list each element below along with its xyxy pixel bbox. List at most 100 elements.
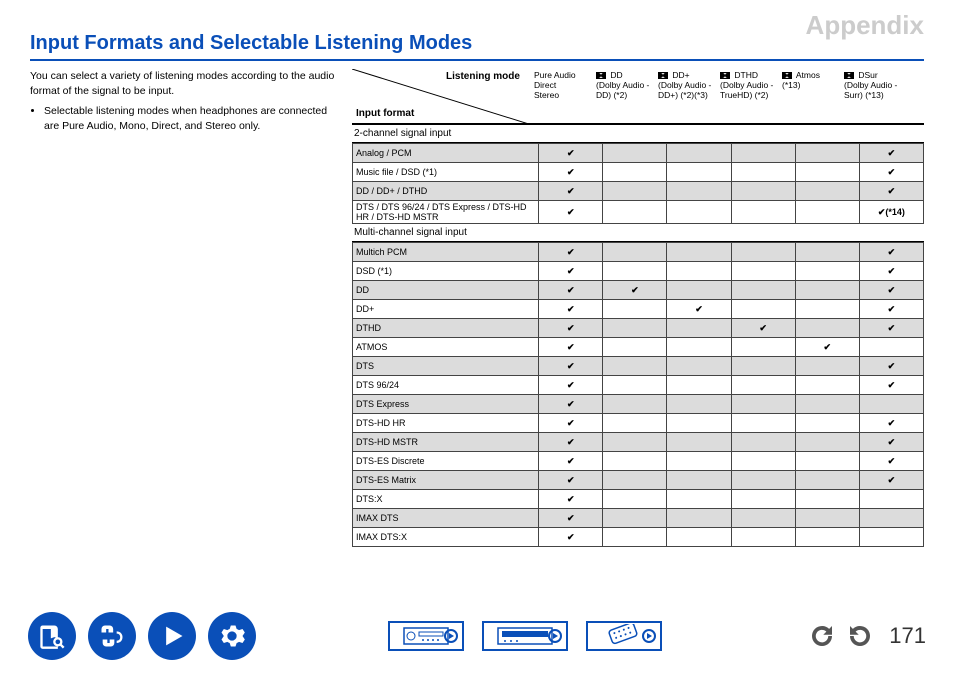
cell [667, 490, 731, 509]
cell [795, 376, 859, 395]
column-header: Atmos(*13) [780, 69, 842, 123]
cell [603, 319, 667, 338]
cell [667, 281, 731, 300]
cell [731, 452, 795, 471]
dolby-icon [596, 72, 606, 79]
row-name: DD [353, 281, 539, 300]
row-name: Music file / DSD (*1) [353, 163, 539, 182]
table-row: DTS / DTS 96/24 / DTS Express / DTS-HD H… [353, 201, 924, 224]
cell: ✔ [539, 163, 603, 182]
dolby-icon [658, 72, 668, 79]
remote-icon[interactable] [586, 621, 662, 651]
table-row: DTS:X✔ [353, 490, 924, 509]
cell [603, 338, 667, 357]
column-header: Pure AudioDirectStereo [532, 69, 594, 123]
cell [795, 357, 859, 376]
cell [795, 452, 859, 471]
cell [795, 201, 859, 224]
cell: ✔ [539, 452, 603, 471]
cell: ✔ [539, 144, 603, 163]
cell [731, 262, 795, 281]
cell: ✔ [539, 433, 603, 452]
cell: ✔ [603, 281, 667, 300]
cell: ✔(*14) [859, 201, 923, 224]
cell [859, 528, 923, 547]
cell [603, 262, 667, 281]
section-header: Multi-channel signal input [352, 224, 924, 242]
row-name: DTS-HD MSTR [353, 433, 539, 452]
cell [731, 395, 795, 414]
cell [603, 528, 667, 547]
cell [603, 376, 667, 395]
receiver-front-icon[interactable] [388, 621, 464, 651]
table-row: DTS-ES Matrix✔✔ [353, 471, 924, 490]
cell [731, 243, 795, 262]
cables-icon[interactable] [88, 612, 136, 660]
cell [859, 490, 923, 509]
cell [731, 281, 795, 300]
row-name: DD / DD+ / DTHD [353, 182, 539, 201]
cell [731, 471, 795, 490]
cell [603, 395, 667, 414]
cell [731, 433, 795, 452]
cell: ✔ [667, 300, 731, 319]
cell [603, 509, 667, 528]
intro-bullet: Selectable listening modes when headphon… [44, 104, 340, 133]
column-header: DSur(Dolby Audio - Surr) (*13) [842, 69, 904, 123]
cell [667, 182, 731, 201]
cell: ✔ [859, 300, 923, 319]
cell [667, 144, 731, 163]
cell [731, 201, 795, 224]
cell [667, 376, 731, 395]
row-name: DTS [353, 357, 539, 376]
table-row: DTS 96/24✔✔ [353, 376, 924, 395]
cell [667, 433, 731, 452]
row-name: IMAX DTS:X [353, 528, 539, 547]
cell: ✔ [539, 201, 603, 224]
back-icon[interactable] [807, 621, 837, 651]
cell: ✔ [731, 319, 795, 338]
cell [731, 490, 795, 509]
cell: ✔ [539, 528, 603, 547]
cell [859, 509, 923, 528]
appendix-label: Appendix [806, 10, 924, 41]
cell: ✔ [859, 433, 923, 452]
play-icon[interactable] [148, 612, 196, 660]
table-row: DTS✔✔ [353, 357, 924, 376]
table-row: DTHD✔✔✔ [353, 319, 924, 338]
gear-icon[interactable] [208, 612, 256, 660]
cell [731, 300, 795, 319]
book-search-icon[interactable] [28, 612, 76, 660]
cell [731, 357, 795, 376]
cell: ✔ [859, 243, 923, 262]
cell [731, 528, 795, 547]
row-name: DTS 96/24 [353, 376, 539, 395]
forward-icon[interactable] [845, 621, 875, 651]
table-header: Listening mode Input format Pure AudioDi… [352, 69, 924, 125]
table-row: DD+✔✔✔ [353, 300, 924, 319]
cell [603, 433, 667, 452]
cell [795, 144, 859, 163]
column-header: DTHD(Dolby Audio - TrueHD) (*2) [718, 69, 780, 123]
dolby-icon [782, 72, 792, 79]
row-name: DD+ [353, 300, 539, 319]
cell: ✔ [859, 262, 923, 281]
row-name: DTHD [353, 319, 539, 338]
cell: ✔ [859, 163, 923, 182]
cell: ✔ [539, 509, 603, 528]
table-row: DTS-HD HR✔✔ [353, 414, 924, 433]
table-row: DD✔✔✔ [353, 281, 924, 300]
row-name: DTS-ES Matrix [353, 471, 539, 490]
cell: ✔ [539, 376, 603, 395]
cell [859, 338, 923, 357]
cell: ✔ [859, 319, 923, 338]
cell [667, 201, 731, 224]
cell: ✔ [859, 281, 923, 300]
cell: ✔ [859, 182, 923, 201]
table-row: DTS-HD MSTR✔✔ [353, 433, 924, 452]
cell [667, 452, 731, 471]
cell: ✔ [859, 376, 923, 395]
cell [667, 262, 731, 281]
cell: ✔ [539, 319, 603, 338]
receiver-display-icon[interactable] [482, 621, 568, 651]
